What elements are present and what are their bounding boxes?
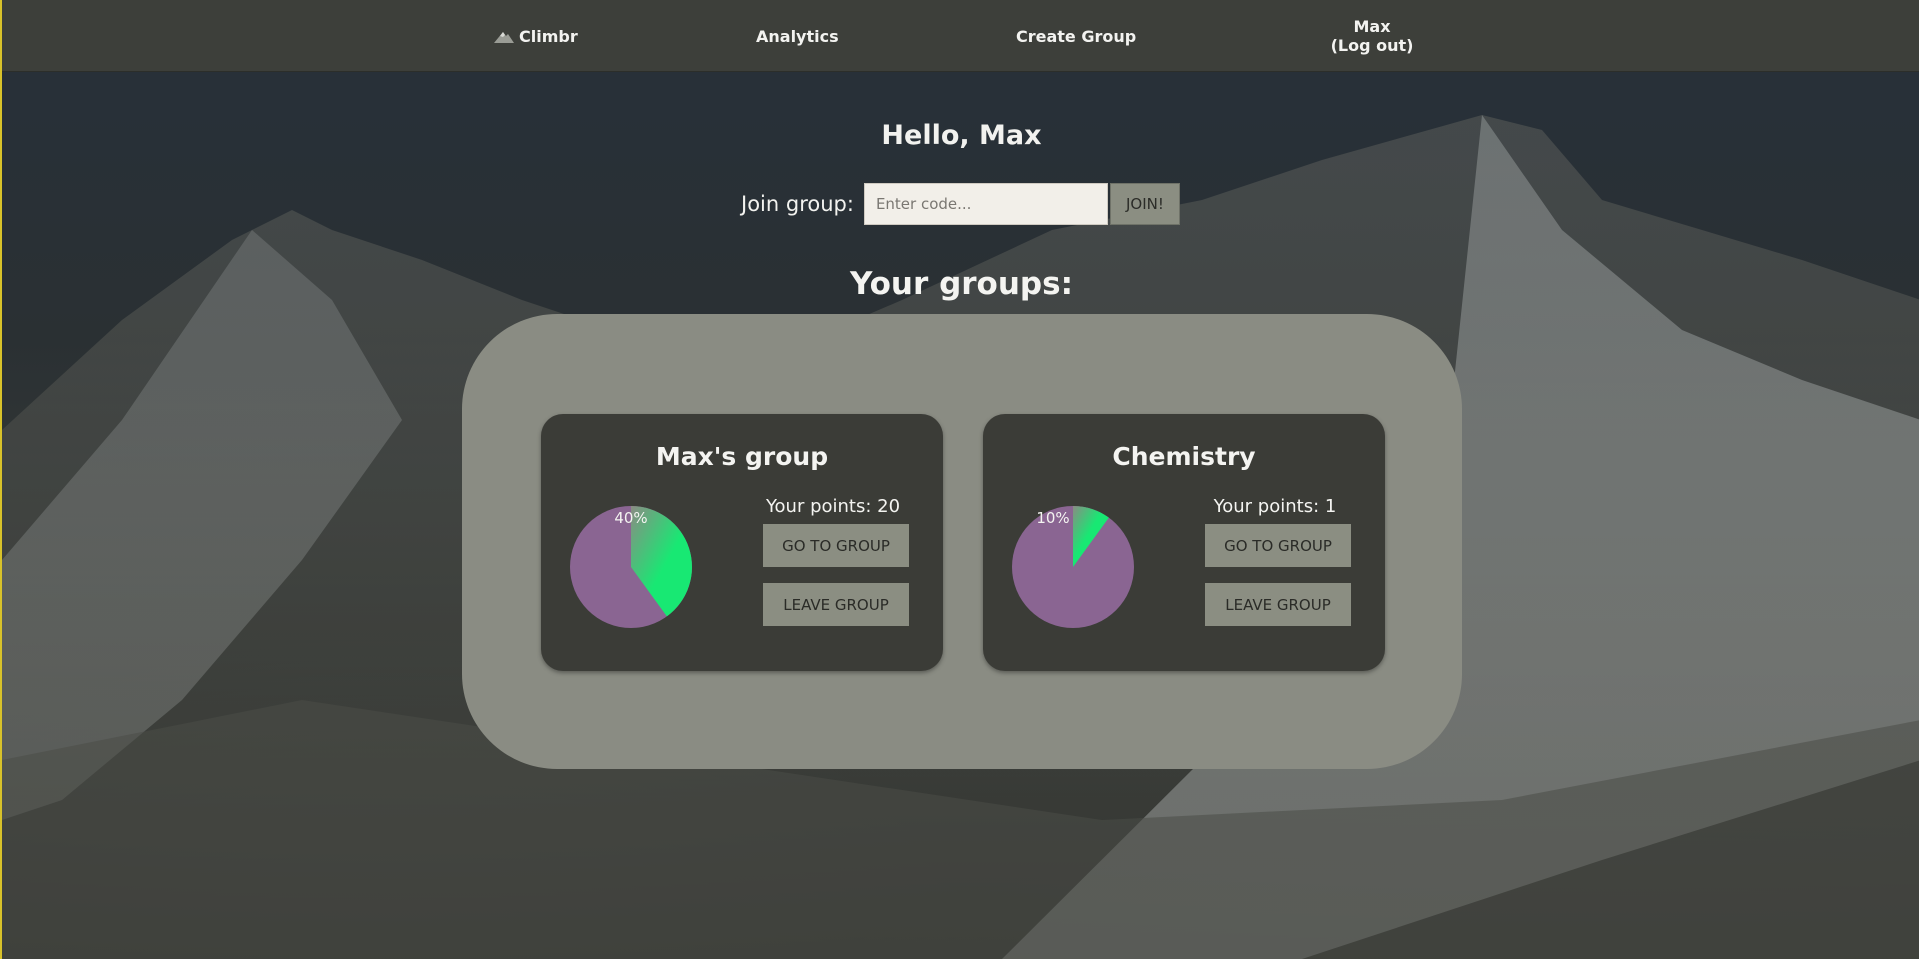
group-points: Your points: 1 xyxy=(1213,496,1337,517)
mountain-icon xyxy=(494,31,514,43)
pie-percent-label: 10% xyxy=(1036,509,1070,527)
group-points: Your points: 20 xyxy=(765,496,901,517)
go-to-group-button[interactable]: GO TO GROUP xyxy=(763,524,909,567)
group-card: Max's group 40% Your points: 20 GO TO GR… xyxy=(541,414,943,671)
nav-user-logout-link[interactable]: Max (Log out) xyxy=(1327,17,1417,55)
join-group-label: Join group: xyxy=(741,192,854,216)
logo-label: Climbr xyxy=(519,27,578,46)
nav-user-name: Max xyxy=(1353,17,1391,36)
groups-heading: Your groups: xyxy=(850,266,1073,302)
go-to-group-button[interactable]: GO TO GROUP xyxy=(1205,524,1351,567)
group-card: Chemistry 10% Your points: 1 GO TO GROUP… xyxy=(983,414,1385,671)
greeting-heading: Hello, Max xyxy=(881,120,1042,151)
pie-percent-label: 40% xyxy=(614,509,648,527)
join-button[interactable]: JOIN! xyxy=(1109,183,1180,225)
leave-group-button[interactable]: LEAVE GROUP xyxy=(1205,583,1351,626)
group-name: Max's group xyxy=(655,442,829,471)
top-navbar: Climbr Analytics Create Group Max (Log o… xyxy=(2,0,1919,72)
group-name: Chemistry xyxy=(1112,442,1256,471)
join-group-form: Join group: JOIN! xyxy=(741,183,1180,225)
nav-logo-link[interactable]: Climbr xyxy=(494,27,578,46)
nav-create-group-link[interactable]: Create Group xyxy=(1016,27,1136,46)
nav-analytics-link[interactable]: Analytics xyxy=(756,27,839,46)
main-content: Hello, Max Join group: JOIN! Your groups… xyxy=(2,0,1919,959)
nav-logout-label: (Log out) xyxy=(1330,36,1414,55)
leave-group-button[interactable]: LEAVE GROUP xyxy=(763,583,909,626)
join-code-input[interactable] xyxy=(863,183,1108,225)
